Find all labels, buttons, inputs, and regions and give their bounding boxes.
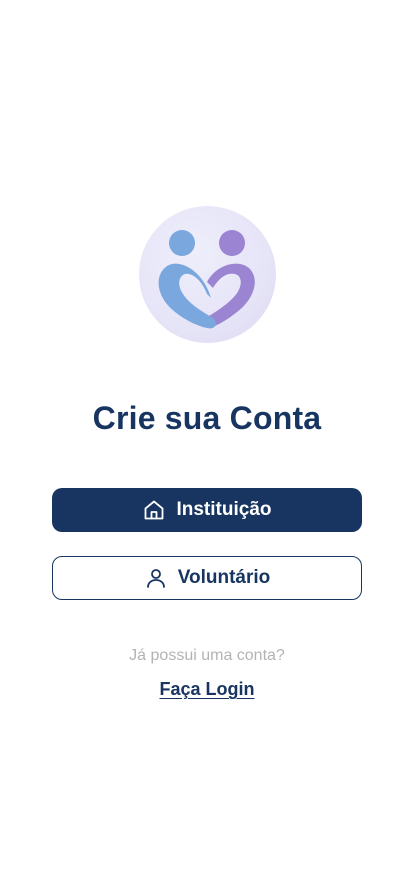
app-logo [139, 206, 276, 343]
heart-people-logo-icon [158, 230, 255, 329]
institution-button-label: Instituição [176, 499, 272, 520]
volunteer-button-label: Voluntário [177, 567, 271, 588]
page-title: Crie sua Conta [92, 400, 322, 436]
institution-button[interactable]: Instituição [52, 488, 362, 532]
login-link[interactable]: Faça Login [0, 679, 414, 700]
user-icon [144, 566, 168, 590]
volunteer-button[interactable]: Voluntário [52, 556, 362, 600]
login-question: Já possui uma conta? [129, 647, 285, 664]
home-icon [142, 498, 166, 522]
